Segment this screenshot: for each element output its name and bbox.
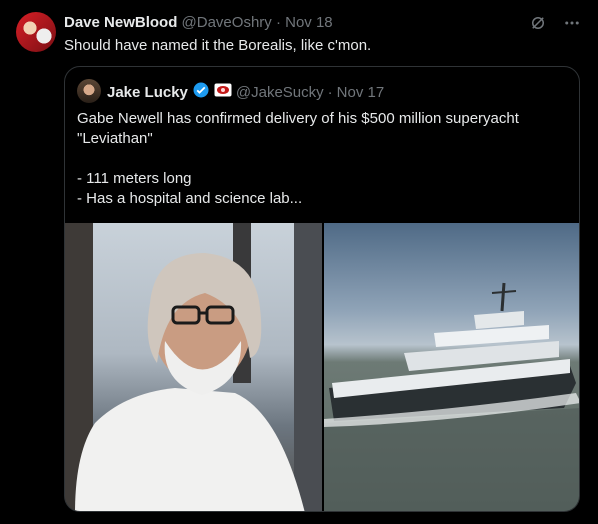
quoted-text: Gabe Newell has confirmed delivery of hi… <box>77 109 567 209</box>
dot-separator: · <box>275 14 281 31</box>
quoted-handle[interactable]: @JakeSucky <box>236 83 324 103</box>
display-name[interactable]: Dave NewBlood <box>64 14 177 31</box>
avatar[interactable] <box>16 12 56 52</box>
quoted-text-line: Gabe Newell has confirmed delivery of hi… <box>77 110 519 127</box>
quoted-display-name[interactable]: Jake Lucky <box>107 83 188 103</box>
quoted-tweet[interactable]: Jake Lucky @JakeSucky · Nov 17 Gabe Newe… <box>64 66 580 512</box>
photo-man-portrait[interactable] <box>65 223 322 511</box>
quoted-date[interactable]: Nov 17 <box>337 83 385 103</box>
quoted-avatar[interactable] <box>77 79 101 103</box>
quoted-header: Jake Lucky @JakeSucky · Nov 17 <box>107 81 384 105</box>
handle[interactable]: @DaveOshry <box>182 14 272 31</box>
tweet-date[interactable]: Nov 18 <box>285 14 333 31</box>
media-grid <box>65 223 579 511</box>
photo-superyacht[interactable] <box>324 223 579 511</box>
tweet-actions <box>528 13 582 33</box>
tweet-header: Dave NewBlood @DaveOshry · Nov 18 <box>64 13 333 33</box>
verified-badge-icon <box>192 81 210 105</box>
tweet-text: Should have named it the Borealis, like … <box>64 37 372 54</box>
grok-icon[interactable] <box>528 13 548 33</box>
dot-separator: · <box>327 84 333 101</box>
quoted-text-line: - 111 meters long <box>77 170 192 187</box>
more-dots-icon[interactable] <box>562 13 582 33</box>
quoted-text-line <box>77 149 567 169</box>
quoted-text-line: - Has a hospital and science lab... <box>77 190 303 207</box>
affiliate-badge-icon[interactable] <box>214 83 232 103</box>
quoted-text-line: "Leviathan" <box>77 130 153 147</box>
